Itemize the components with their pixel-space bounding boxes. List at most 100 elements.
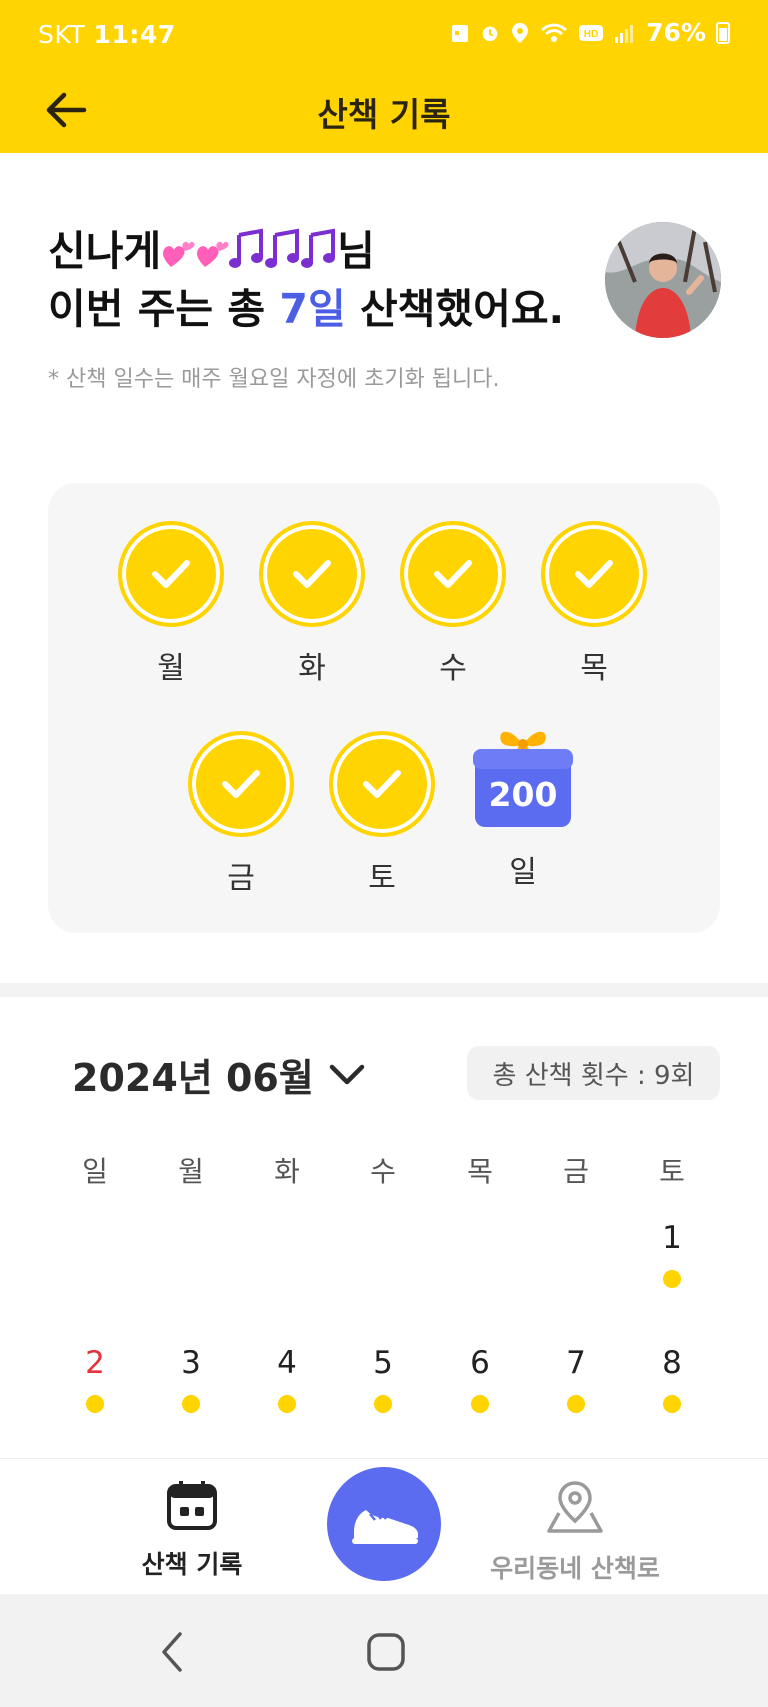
calendar-status-icon — [452, 24, 469, 42]
home-square-icon — [367, 1633, 405, 1671]
total-walk-count: 총 산책 횟수 : 9회 — [467, 1046, 720, 1100]
music-notes-icon — [301, 228, 336, 268]
wifi-icon — [541, 23, 568, 42]
check-circle — [329, 731, 435, 837]
check-icon — [222, 770, 260, 798]
hd-voice-icon: HD — [579, 24, 604, 41]
svg-text:HD: HD — [584, 29, 598, 40]
nav-walk-record[interactable]: 산책 기록 — [97, 1479, 287, 1581]
day-label: 금 — [227, 861, 255, 896]
music-notes-icon — [265, 228, 300, 268]
day-label: 토 — [368, 861, 396, 896]
system-back-button[interactable] — [144, 1624, 200, 1680]
start-walk-button[interactable] — [327, 1467, 441, 1581]
day-thu: 목 — [539, 521, 649, 687]
signal-icon — [615, 24, 634, 43]
weekday-label: 수 — [370, 1155, 396, 1188]
calendar-day[interactable]: 4 — [257, 1345, 317, 1413]
check-icon — [293, 560, 331, 588]
user-name: 신나게 — [48, 227, 162, 275]
two-hearts-icon — [197, 241, 229, 267]
day-label: 수 — [439, 651, 467, 686]
calendar-day[interactable]: 1 — [642, 1220, 702, 1288]
day-number: 7 — [566, 1345, 586, 1381]
check-circle — [259, 521, 365, 627]
line2-suffix: 산책했어요. — [345, 285, 565, 333]
status-carrier-time: SKT 11:47 — [38, 20, 176, 49]
weekly-days-count: 7일 — [279, 285, 346, 333]
check-circle — [188, 731, 294, 837]
page-title: 산책 기록 — [317, 95, 451, 134]
map-pin-icon — [547, 1481, 603, 1533]
nav-neighborhood-trails[interactable]: 우리동네 산책로 — [480, 1479, 670, 1585]
day-number: 3 — [181, 1345, 201, 1381]
section-divider — [0, 983, 768, 997]
walked-dot — [663, 1270, 681, 1288]
day-label: 목 — [580, 651, 608, 686]
weekday-label: 금 — [563, 1155, 589, 1188]
system-home-button[interactable] — [358, 1624, 414, 1680]
day-label: 일 — [509, 855, 537, 890]
day-tue: 화 — [257, 521, 367, 687]
day-number: 2 — [85, 1345, 105, 1381]
check-circle — [400, 521, 506, 627]
calendar-icon — [167, 1481, 217, 1530]
check-icon — [152, 560, 190, 588]
day-label: 월 — [157, 651, 185, 686]
sneaker-icon — [352, 1510, 418, 1544]
month-selector[interactable]: 2024년 06월 — [72, 1047, 366, 1102]
music-notes-icon — [229, 228, 264, 268]
gift-lid — [473, 749, 573, 769]
check-icon — [434, 560, 472, 588]
check-circle — [118, 521, 224, 627]
clock: 11:47 — [93, 20, 176, 49]
chevron-down-icon — [329, 1064, 365, 1084]
day-wed: 수 — [398, 521, 508, 687]
greeting-line-2: 이번 주는 총 7일 산책했어요. — [48, 280, 608, 338]
walked-dot — [86, 1395, 104, 1413]
alarm-icon — [482, 26, 498, 41]
header: 산책 기록 — [0, 70, 768, 153]
weekday-label: 화 — [274, 1155, 300, 1188]
day-number: 8 — [662, 1345, 682, 1381]
walked-dot — [278, 1395, 296, 1413]
weekday-label: 토 — [659, 1155, 685, 1188]
walked-dot — [567, 1395, 585, 1413]
line2-prefix: 이번 주는 총 — [48, 285, 280, 333]
calendar-day[interactable]: 7 — [546, 1345, 606, 1413]
day-number: 4 — [277, 1345, 297, 1381]
day-number: 6 — [470, 1345, 490, 1381]
walked-dot — [471, 1395, 489, 1413]
calendar-day[interactable]: 5 — [353, 1345, 413, 1413]
calendar-day[interactable]: 3 — [161, 1345, 221, 1413]
greeting: 신나게 님 이번 주는 총 7일 산책했어요. — [48, 222, 608, 338]
weekday-label: 월 — [178, 1155, 204, 1188]
location-icon — [512, 22, 529, 43]
calendar-day[interactable]: 8 — [642, 1345, 702, 1413]
two-hearts-icon — [163, 241, 195, 267]
system-navigation-bar — [0, 1594, 768, 1707]
day-mon: 월 — [116, 521, 226, 687]
calendar-day[interactable]: 2 — [65, 1345, 125, 1413]
weekday-label: 일 — [82, 1155, 108, 1188]
greeting-line-1: 신나게 님 — [48, 222, 608, 280]
day-sun: 200 일 — [468, 731, 578, 891]
walked-dot — [663, 1395, 681, 1413]
battery-icon — [716, 21, 730, 44]
gift-reward: 200 — [473, 731, 573, 831]
battery-percent: 76% — [646, 18, 706, 47]
day-number: 1 — [662, 1220, 682, 1256]
calendar-day[interactable]: 6 — [450, 1345, 510, 1413]
day-sat: 토 — [327, 731, 437, 897]
app-header-bar: SKT 11:47 HD 76% 산책 기록 — [0, 0, 768, 153]
month-label: 2024년 06월 — [72, 1056, 314, 1100]
weekly-progress-card: 월 화 수 목 금 토 200 일 — [48, 483, 720, 933]
name-suffix: 님 — [337, 227, 375, 275]
check-circle — [541, 521, 647, 627]
day-fri: 금 — [186, 731, 296, 897]
reward-amount: 200 — [488, 775, 558, 814]
chevron-left-icon — [162, 1632, 182, 1672]
check-icon — [575, 560, 613, 588]
check-icon — [363, 770, 401, 798]
calendar-weekdays: 일 월 화 수 목 금 토 — [48, 1150, 720, 1190]
